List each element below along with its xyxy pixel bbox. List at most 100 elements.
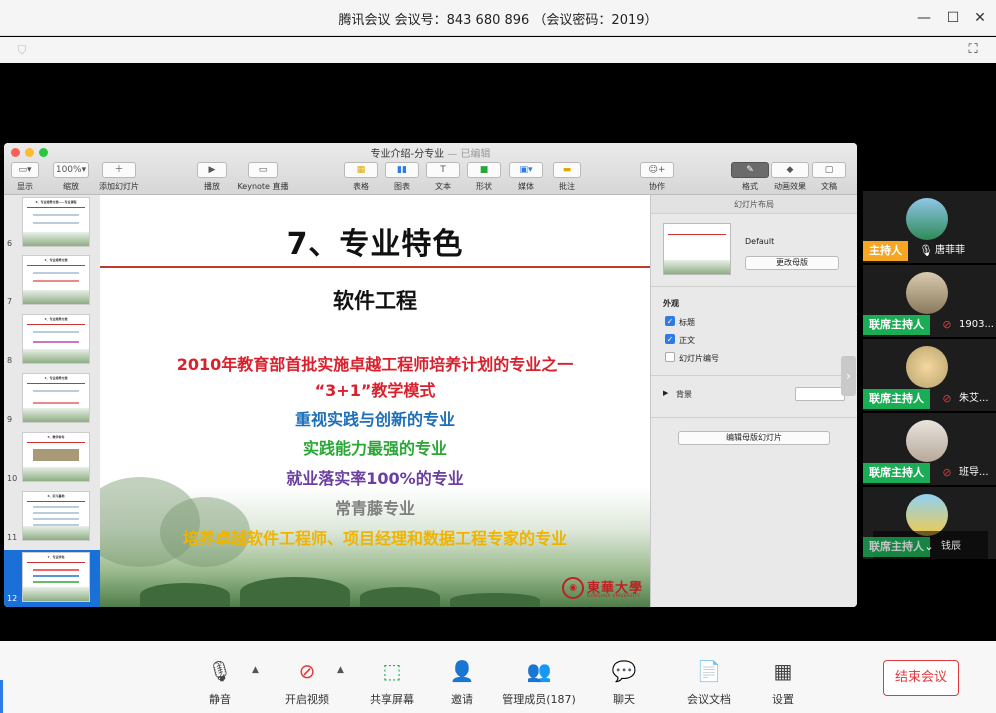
media-button[interactable]: ▣▾ 媒体: [509, 162, 543, 192]
shape-icon: ■: [467, 162, 501, 178]
members-icon: 👥: [526, 659, 552, 683]
collaborate-icon: ☺+: [640, 162, 674, 178]
view-button[interactable]: ▭▾ 显示: [10, 162, 40, 192]
close-icon[interactable]: ✕: [969, 7, 991, 29]
background-disclosure-icon[interactable]: ▶: [663, 389, 668, 397]
add-slide-button[interactable]: ＋ 添加幻灯片: [96, 162, 142, 192]
slide-canvas[interactable]: 7、专业特色 软件工程 2010年教育部首批实施卓越工程师培养计划的专业之一 “…: [100, 195, 650, 607]
left-accent-bar: [0, 680, 3, 713]
avatar: [906, 272, 948, 314]
slide-subtitle: 软件工程: [333, 289, 417, 313]
table-button[interactable]: ▦ 表格: [344, 162, 378, 192]
animate-button[interactable]: ◆ 动画效果: [770, 162, 810, 192]
play-button[interactable]: ▶ 播放: [197, 162, 227, 192]
end-meeting-button[interactable]: 结束会议: [883, 660, 959, 696]
participant-name: 朱艾...: [959, 393, 989, 404]
format-icon: ✎: [731, 162, 769, 178]
mic-icon: 🎙: [919, 244, 933, 257]
inspector-header: 幻灯片布局: [651, 195, 857, 214]
change-master-button[interactable]: 更改母版: [745, 256, 839, 270]
slide-thumbnail[interactable]: 4．专业培养方案: [22, 255, 90, 305]
window-title: 腾讯会议 会议号：843 680 896 （会议密码：2019）: [338, 13, 658, 28]
maximize-icon[interactable]: ☐: [942, 7, 964, 29]
slide-number: 11: [7, 533, 18, 542]
slide-thumbnail[interactable]: 6．专业培养方案——专业课程: [22, 197, 90, 247]
slide-thumbnail[interactable]: 4．专业培养方案: [22, 314, 90, 364]
chat-icon: 💬: [611, 659, 637, 683]
expand-chevron-icon[interactable]: ⌄: [923, 539, 935, 555]
feature-line: “3+1”教学模式: [314, 381, 436, 400]
feature-line: 2010年教育部首批实施卓越工程师培养计划的专业之一: [176, 355, 574, 374]
participant-name: 班导...: [959, 467, 989, 478]
manage-members-button[interactable]: 👥 管理成员(187): [499, 657, 579, 707]
participant-tile[interactable]: 联席主持人 ⌄ 钱辰: [863, 487, 996, 559]
avatar: [906, 198, 948, 240]
video-options-caret-icon[interactable]: ▲: [337, 665, 344, 675]
chart-button[interactable]: ▮▮ 图表: [385, 162, 419, 192]
master-thumbnail[interactable]: [663, 223, 731, 275]
shape-button[interactable]: ■ 形状: [467, 162, 501, 192]
meeting-documents-button[interactable]: 📄 会议文档: [681, 657, 737, 707]
slide-thumbnail[interactable]: 5．教学条件: [22, 432, 90, 482]
background-label: 背景: [676, 390, 692, 399]
slide-navigator[interactable]: 6．专业培养方案——专业课程 6 4．专业培养方案 7 4．专业培养方案 8 4…: [4, 195, 100, 607]
text-button[interactable]: T 文本: [426, 162, 460, 192]
slide-thumbnail-selected[interactable]: 7．专业特色: [22, 552, 90, 602]
slide-number: 10: [7, 474, 18, 483]
doc-status: — 已编辑: [447, 149, 491, 160]
title-checkbox[interactable]: ✓: [665, 316, 675, 326]
role-badge: 联席主持人: [863, 389, 930, 409]
document-button[interactable]: ▢ 文稿: [812, 162, 846, 192]
audio-options-caret-icon[interactable]: ▲: [252, 665, 259, 675]
edit-master-slide-button[interactable]: 编辑母版幻灯片: [678, 431, 830, 445]
format-button[interactable]: ✎ 格式: [731, 162, 769, 192]
feature-line: 实践能力最强的专业: [302, 439, 447, 458]
start-video-button[interactable]: ⊘ 开启视频: [281, 657, 333, 707]
collapse-sidebar-chevron-icon[interactable]: ›: [841, 356, 856, 396]
text-icon: T: [426, 162, 460, 178]
add-user-icon: 👤: [449, 659, 475, 683]
minimize-icon[interactable]: —: [913, 7, 935, 29]
participant-tile[interactable]: 主持人 🎙 唐菲菲: [863, 191, 996, 263]
table-icon: ▦: [344, 162, 378, 178]
slide-number: 7: [7, 297, 13, 306]
shared-keynote-window: 专业介绍-分专业 — 已编辑 ▭▾ 显示 100%▾ 缩放 ＋ 添加幻灯片 ▶ …: [4, 143, 857, 607]
play-icon: ▶: [197, 162, 227, 178]
animate-icon: ◆: [771, 162, 809, 178]
participant-tile[interactable]: 联席主持人 ⊘ 朱艾...: [863, 339, 996, 411]
participant-tile[interactable]: 联席主持人 ⊘ 班导...: [863, 413, 996, 485]
slide-number: 6: [7, 239, 13, 248]
invite-button[interactable]: 👤 邀请: [444, 657, 480, 707]
participant-tile[interactable]: 联席主持人 ⊘ 1903...: [863, 265, 996, 337]
appearance-heading: 外观: [663, 299, 679, 308]
live-icon: ▭: [248, 162, 278, 178]
background-color-well[interactable]: [795, 387, 845, 401]
body-checkbox[interactable]: ✓: [665, 334, 675, 344]
slide-title-rule: [100, 266, 650, 268]
zoom-select[interactable]: 100%▾ 缩放: [52, 162, 90, 192]
chat-button[interactable]: 💬 聊天: [606, 657, 642, 707]
mute-button[interactable]: 🎙 静音: [202, 657, 238, 707]
layout-name: Default: [745, 237, 775, 246]
meeting-toolbar: 🎙 静音 ▲ ⊘ 开启视频 ▲ ⬚ 共享屏幕 👤 邀请 👥 管理成员(187) …: [0, 641, 996, 713]
slide-number-checkbox[interactable]: [665, 352, 675, 362]
participant-name: 钱辰: [941, 541, 961, 552]
participant-name: 1903...: [959, 319, 994, 330]
collaborate-button[interactable]: ☺+ 协作: [640, 162, 674, 192]
slide-thumbnail[interactable]: 4．专业培养方案: [22, 373, 90, 423]
view-icon: ▭▾: [11, 162, 39, 178]
keynote-live-button[interactable]: ▭ Keynote 直播: [235, 162, 291, 192]
slide-title: 7、专业特色: [286, 227, 464, 262]
document-icon: ▢: [812, 162, 846, 178]
tencent-meeting-window: 腾讯会议 会议号：843 680 896 （会议密码：2019） — ☐ ✕ ⛉…: [0, 0, 996, 713]
slide-thumbnail[interactable]: 6．实习基地: [22, 491, 90, 541]
fullscreen-icon[interactable]: ⛶: [964, 41, 982, 59]
shield-icon[interactable]: ⛉: [14, 42, 30, 58]
title-checkbox-label: 标题: [679, 318, 695, 327]
settings-button[interactable]: ▦ 设置: [765, 657, 801, 707]
share-screen-button[interactable]: ⬚ 共享屏幕: [366, 657, 418, 707]
media-icon: ▣▾: [509, 162, 543, 178]
university-seal-icon: ◉: [562, 577, 584, 599]
avatar: [906, 494, 948, 536]
comment-button[interactable]: ▬ 批注: [550, 162, 584, 192]
